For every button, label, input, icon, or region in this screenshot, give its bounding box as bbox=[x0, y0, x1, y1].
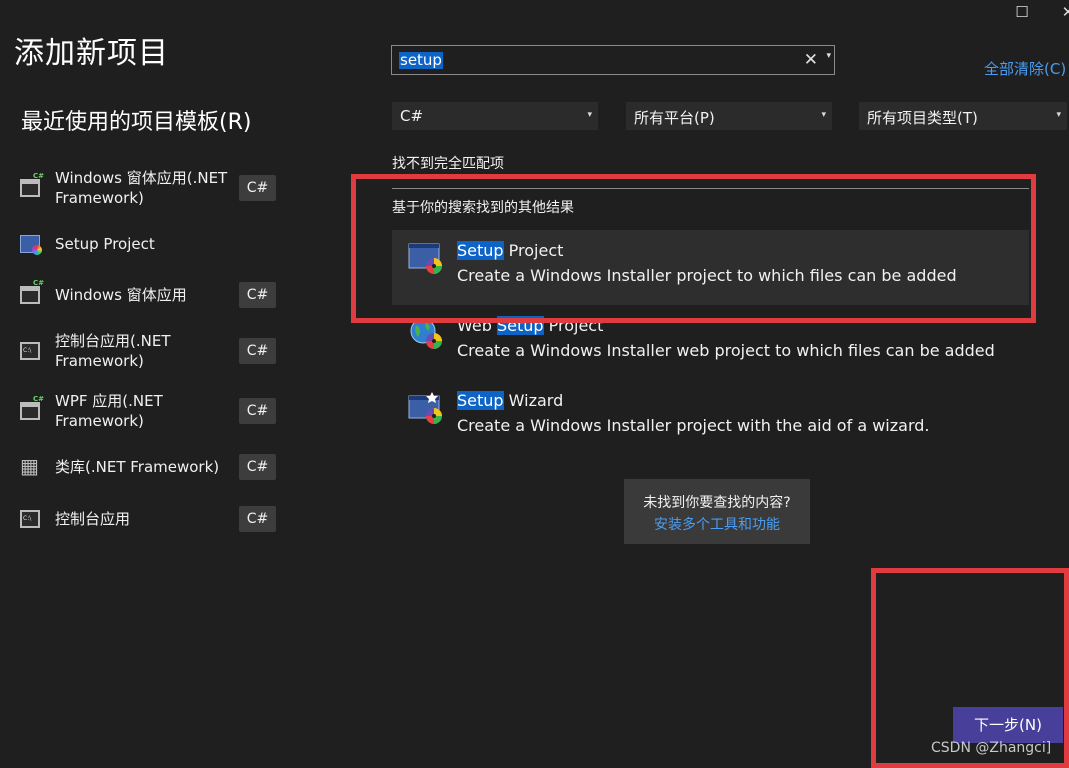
language-filter-value: C# bbox=[400, 107, 424, 125]
search-term-highlight: Setup bbox=[457, 391, 504, 410]
chevron-down-icon: ▾ bbox=[821, 110, 826, 120]
help-question: 未找到你要查找的内容? bbox=[643, 495, 791, 511]
recent-item-label: 控制台应用 bbox=[55, 510, 131, 528]
language-badge: C# bbox=[239, 338, 276, 364]
class-library-icon bbox=[20, 454, 40, 478]
recent-item-setup-project[interactable]: Setup Project bbox=[20, 234, 290, 255]
language-badge: C# bbox=[239, 454, 276, 480]
windows-form-icon bbox=[20, 172, 44, 197]
recent-item-console-netfx[interactable]: C:\ 控制台应用(.NET Framework) C# bbox=[20, 331, 290, 371]
watermark: CSDN @Zhangci] bbox=[931, 740, 1052, 756]
dialog-title: 添加新项目 bbox=[14, 36, 169, 71]
result-setup-wizard[interactable]: Setup Wizard Create a Windows Installer … bbox=[392, 380, 1029, 455]
clear-all-link[interactable]: 全部清除(C) bbox=[984, 58, 1066, 79]
recent-templates-header: 最近使用的项目模板(R) bbox=[21, 110, 252, 135]
close-icon[interactable]: ✕ bbox=[804, 50, 818, 70]
search-input-value: setup bbox=[399, 51, 443, 69]
maximize-icon[interactable]: ☐ bbox=[1012, 2, 1032, 22]
annotation-highlight-next bbox=[871, 568, 1069, 768]
platform-filter-value: 所有平台(P) bbox=[634, 109, 715, 127]
language-filter-select[interactable]: C# ▾ bbox=[392, 102, 598, 130]
windows-form-icon bbox=[20, 279, 44, 304]
chevron-down-icon[interactable]: ▾ bbox=[826, 51, 831, 61]
recent-item-windows-forms[interactable]: Windows 窗体应用 C# bbox=[20, 279, 290, 308]
language-badge: C# bbox=[239, 175, 276, 201]
chevron-down-icon: ▾ bbox=[587, 110, 592, 120]
recent-item-class-library-netfx[interactable]: 类库(.NET Framework) C# bbox=[20, 454, 290, 480]
platform-filter-select[interactable]: 所有平台(P) ▾ bbox=[626, 102, 832, 130]
recent-item-label: Setup Project bbox=[55, 235, 155, 253]
no-exact-match-text: 找不到完全匹配项 bbox=[392, 156, 504, 172]
recent-item-label: Windows 窗体应用(.NET Framework) bbox=[55, 169, 228, 207]
setup-project-icon bbox=[20, 235, 42, 255]
help-box: 未找到你要查找的内容? 安装多个工具和功能 bbox=[624, 479, 810, 544]
close-icon[interactable]: ✕ bbox=[1058, 2, 1069, 22]
recent-item-console[interactable]: C:\ 控制台应用 C# bbox=[20, 506, 290, 532]
recent-item-label: 类库(.NET Framework) bbox=[55, 458, 220, 476]
template-search-input[interactable]: setup ✕ ▾ bbox=[391, 45, 835, 75]
recent-item-wpf-netfx[interactable]: WPF 应用(.NET Framework) C# bbox=[20, 391, 290, 431]
recent-item-windows-forms-netfx[interactable]: Windows 窗体应用(.NET Framework) C# bbox=[20, 168, 290, 208]
recent-item-label: WPF 应用(.NET Framework) bbox=[55, 392, 163, 430]
language-badge: C# bbox=[239, 398, 276, 424]
chevron-down-icon: ▾ bbox=[1056, 110, 1061, 120]
project-type-filter-select[interactable]: 所有项目类型(T) ▾ bbox=[859, 102, 1067, 130]
annotation-highlight-results bbox=[351, 174, 1036, 323]
language-badge: C# bbox=[239, 506, 276, 532]
console-app-icon: C:\ bbox=[20, 510, 40, 528]
install-tools-link[interactable]: 安装多个工具和功能 bbox=[624, 514, 810, 534]
language-badge: C# bbox=[239, 282, 276, 308]
result-description: Create a Windows Installer project with … bbox=[457, 416, 930, 435]
console-app-icon: C:\ bbox=[20, 342, 40, 360]
project-type-filter-value: 所有项目类型(T) bbox=[867, 109, 978, 127]
recent-item-label: 控制台应用(.NET Framework) bbox=[55, 332, 171, 370]
wpf-app-icon bbox=[20, 395, 44, 420]
result-title: Setup Wizard bbox=[457, 391, 564, 410]
result-description: Create a Windows Installer web project t… bbox=[457, 341, 995, 360]
recent-item-label: Windows 窗体应用 bbox=[55, 286, 187, 304]
setup-wizard-icon bbox=[408, 392, 442, 424]
